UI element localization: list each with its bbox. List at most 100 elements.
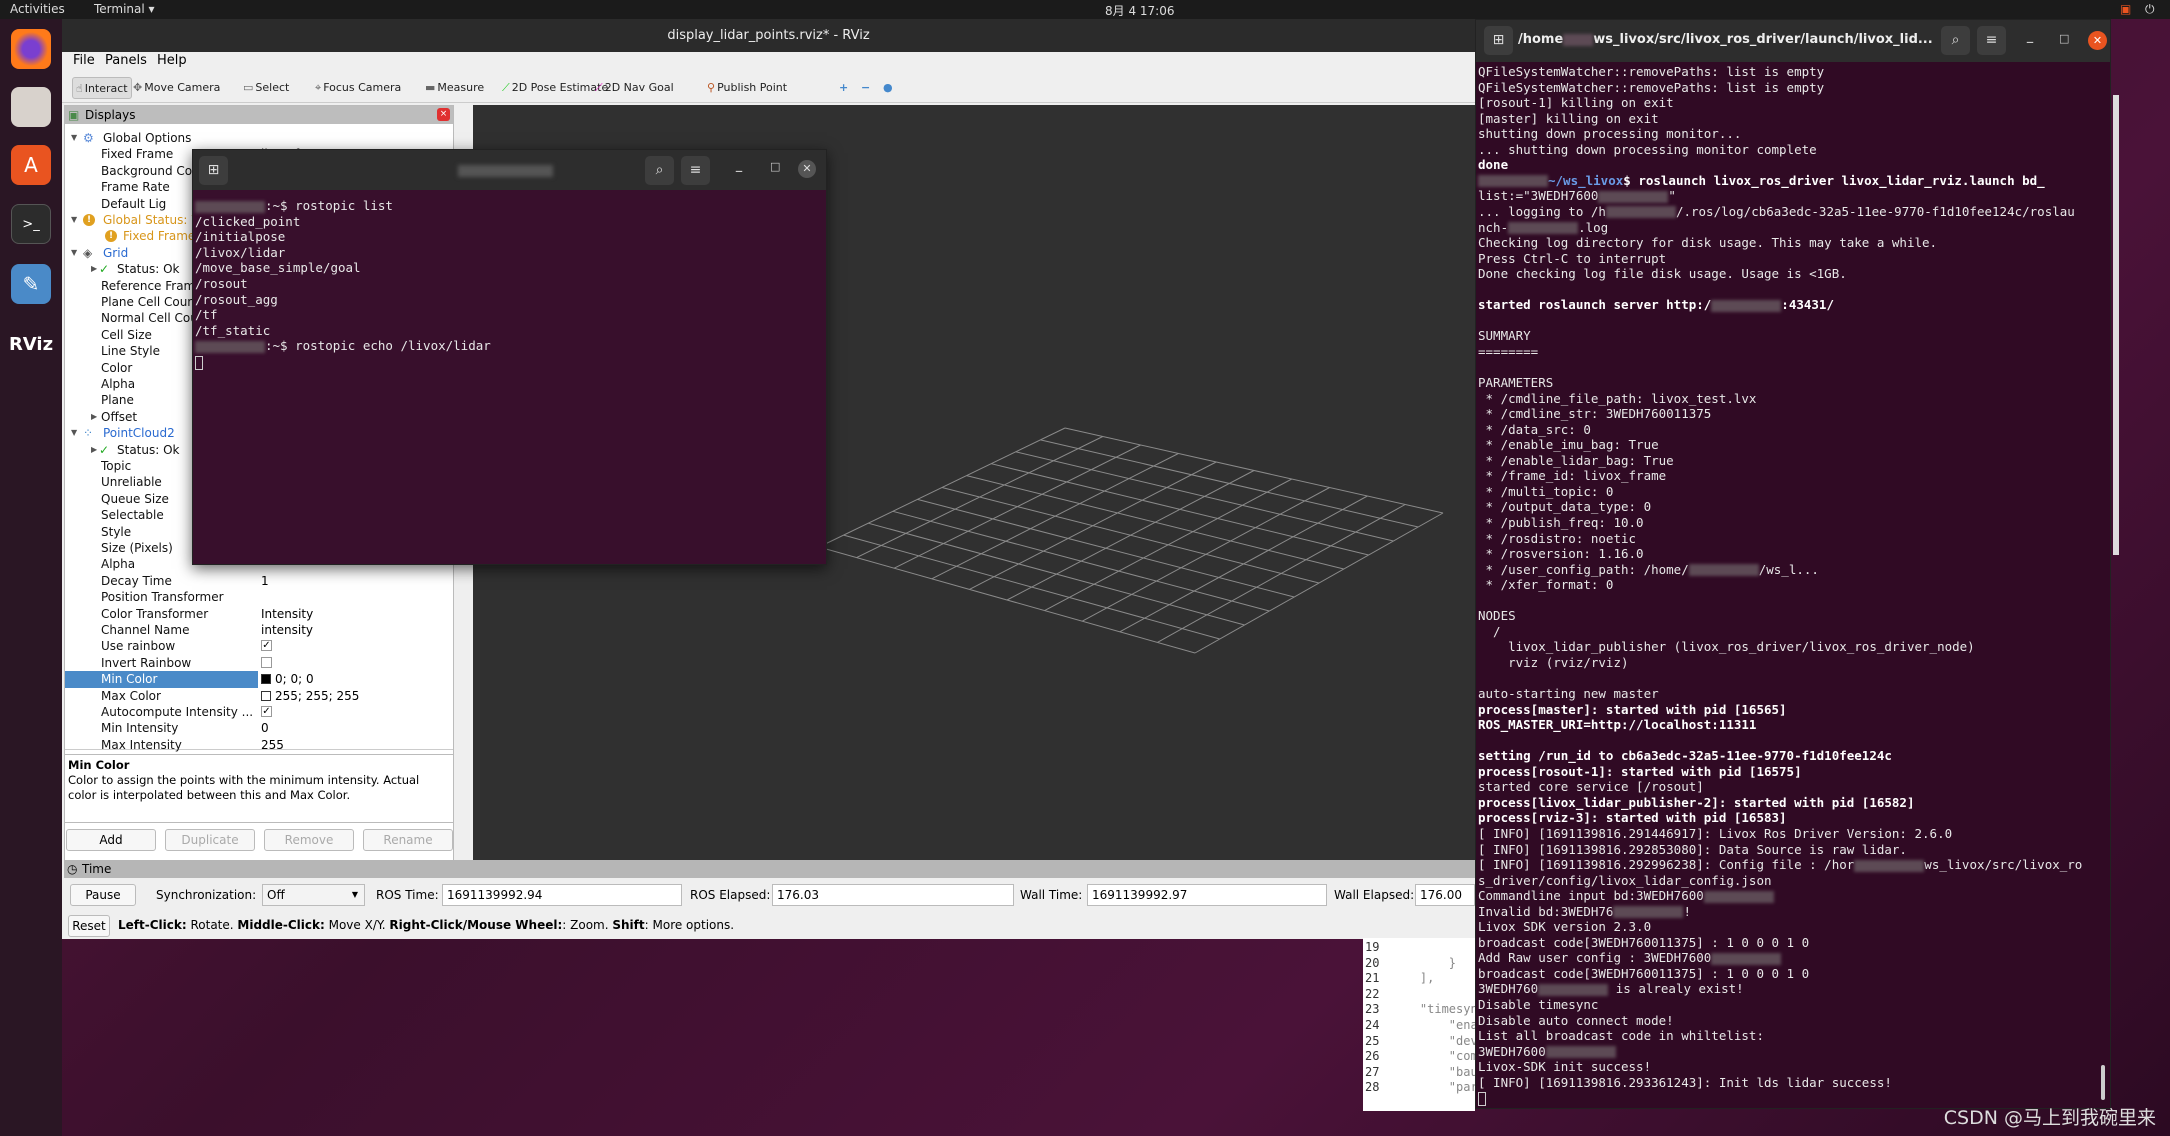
terminal-line: process[rosout-1]: started with pid [165… (1478, 764, 1802, 780)
text-segment: auto-starting new master (1478, 686, 1659, 701)
menu-panels[interactable]: Panels (105, 53, 147, 68)
search-icon[interactable]: ⌕ (1941, 26, 1970, 55)
tree-row[interactable]: Use rainbow ✓ (65, 638, 453, 654)
checkbox[interactable]: ✓ (261, 640, 272, 652)
tree-value[interactable]: intensity (261, 622, 313, 638)
menu-icon[interactable]: ≡ (681, 156, 710, 185)
minimize-icon[interactable]: – (2026, 32, 2034, 51)
tree-label: Use rainbow (101, 639, 176, 654)
text-editor-icon[interactable]: ✎ (11, 264, 51, 304)
rviz-icon[interactable]: RViz (9, 324, 53, 364)
tree-row[interactable]: Position Transformer (65, 589, 453, 605)
tool-plus[interactable]: + (836, 77, 851, 99)
tool-select-box[interactable]: ▭ Select (240, 77, 292, 99)
tree-row[interactable]: Min Color 0; 0; 0 (65, 671, 453, 688)
grid-line (1006, 470, 1255, 601)
software-icon[interactable]: A (11, 145, 51, 185)
menu-help[interactable]: Help (157, 53, 187, 68)
activities-button[interactable]: Activities (10, 2, 65, 16)
tool-ruler[interactable]: ▬ Measure (422, 77, 487, 99)
checkbox[interactable]: ✓ (261, 706, 272, 717)
remove-button[interactable]: Remove (264, 829, 354, 851)
color-swatch[interactable] (261, 674, 271, 685)
tree-value[interactable]: 0; 0; 0 (261, 671, 314, 687)
close-icon[interactable]: ✕ (798, 160, 816, 178)
tool-focus[interactable]: ⌖ Focus Camera (312, 77, 404, 99)
terminal-line: process[rviz-3]: started with pid [16583… (1478, 810, 1787, 826)
terminal-line: started core service [/rosout] (1478, 779, 1704, 795)
terminal-line: /tf (195, 307, 218, 323)
menu-icon[interactable]: ≡ (1977, 26, 2006, 55)
search-icon[interactable]: ⌕ (645, 156, 674, 185)
minimize-icon[interactable]: – (735, 161, 743, 180)
tool-map-pin[interactable]: ⚲ Publish Point (704, 77, 790, 99)
redacted-text (1688, 564, 1759, 577)
tree-row[interactable]: Max Color 255; 255; 255 (65, 688, 453, 704)
tree-row[interactable]: ▼ ⚙ Global Options (65, 130, 453, 146)
pause-button[interactable]: Pause (70, 884, 136, 906)
tree-value[interactable]: 255; 255; 255 (261, 688, 359, 704)
expand-closed-icon[interactable]: ▶ (91, 409, 97, 425)
maximize-icon[interactable]: □ (770, 160, 780, 173)
tool-move[interactable]: ✥ Move Camera (130, 77, 223, 99)
terminal-line: /tf_static (195, 323, 270, 339)
tree-value[interactable]: 255 (261, 737, 284, 753)
wall-time-field[interactable]: 1691139992.97 (1087, 884, 1327, 906)
grid-line (1157, 504, 1406, 643)
text-segment: [ INFO] [1691139816.292996238]: Config f… (1478, 857, 1855, 873)
tree-value[interactable]: Intensity (261, 606, 313, 622)
expand-closed-icon[interactable]: ▶ (91, 261, 97, 277)
ros-elapsed-field[interactable]: 176.03 (772, 884, 1014, 906)
duplicate-button[interactable]: Duplicate (165, 829, 255, 851)
terminal-line: Checking log directory for disk usage. T… (1478, 235, 1937, 251)
new-tab-icon[interactable]: ⊞ (199, 156, 228, 185)
firefox-icon[interactable] (11, 29, 51, 69)
close-panel-icon[interactable]: × (437, 108, 450, 121)
tool-minus[interactable]: − (858, 77, 873, 99)
tree-row[interactable]: Min Intensity 0 (65, 720, 453, 736)
tree-row[interactable]: Autocompute Intensity ... ✓ (65, 704, 453, 720)
files-icon[interactable] (11, 87, 51, 127)
menu-file[interactable]: File (73, 53, 95, 68)
ros-time-field[interactable]: 1691139992.94 (442, 884, 682, 906)
tool-eye[interactable]: ● (880, 77, 896, 99)
tree-row[interactable]: Color Transformer Intensity (65, 606, 453, 622)
expand-closed-icon[interactable]: ▶ (91, 442, 97, 458)
close-icon[interactable]: ✕ (2088, 31, 2107, 50)
reset-button[interactable]: Reset (68, 915, 110, 937)
tool-cursor[interactable]: ☝ Interact (72, 77, 132, 99)
new-tab-icon[interactable]: ⊞ (1484, 26, 1513, 55)
add-button[interactable]: Add (66, 829, 156, 851)
checkbox[interactable] (261, 656, 272, 668)
network-icon[interactable]: ▣ (2120, 2, 2131, 16)
tree-value[interactable]: 0 (261, 720, 269, 736)
expand-open-icon[interactable]: ▼ (71, 245, 77, 261)
rename-button[interactable]: Rename (363, 829, 453, 851)
tree-value[interactable]: 1 (261, 573, 269, 589)
maximize-icon[interactable]: □ (2059, 32, 2069, 45)
tool-pink-arrow[interactable]: ⟋ 2D Nav Goal (592, 77, 677, 99)
app-menu[interactable]: Terminal ▾ (94, 2, 155, 16)
expand-open-icon[interactable]: ▼ (71, 425, 77, 441)
power-icon[interactable]: ⏻ (2145, 2, 2155, 17)
text-segment: process[livox_lidar_publisher-2]: starte… (1478, 794, 1915, 810)
color-swatch[interactable] (261, 690, 271, 701)
sync-select[interactable]: Off ▼ (262, 884, 365, 906)
expand-open-icon[interactable]: ▼ (71, 130, 77, 146)
tree-row[interactable]: Max Intensity 255 (65, 737, 453, 753)
tree-row[interactable]: Decay Time 1 (65, 573, 453, 589)
text-segment: Disable timesync (1478, 997, 1599, 1012)
terminal-icon[interactable]: >_ (11, 204, 51, 244)
expand-open-icon[interactable]: ▼ (71, 212, 77, 228)
scrollbar[interactable] (2101, 1065, 2105, 1100)
tree-row[interactable]: Invert Rainbow (65, 655, 453, 671)
description-text: Color to assign the points with the mini… (68, 773, 420, 802)
clock[interactable]: 8月 4 17:06 (1105, 2, 1174, 19)
redacted-text (195, 200, 265, 213)
tree-label: Min Intensity (101, 721, 179, 736)
tree-row[interactable]: Channel Name intensity (65, 622, 453, 638)
wall-elapsed-field[interactable]: 176.00 (1415, 884, 1475, 906)
terminal-line: Add Raw user config : 3WEDH7600 (1478, 950, 1782, 966)
terminal-line: broadcast code[3WEDH760011375] : 1 0 0 0… (1478, 935, 1809, 951)
select-box-icon: ▭ (243, 81, 254, 94)
